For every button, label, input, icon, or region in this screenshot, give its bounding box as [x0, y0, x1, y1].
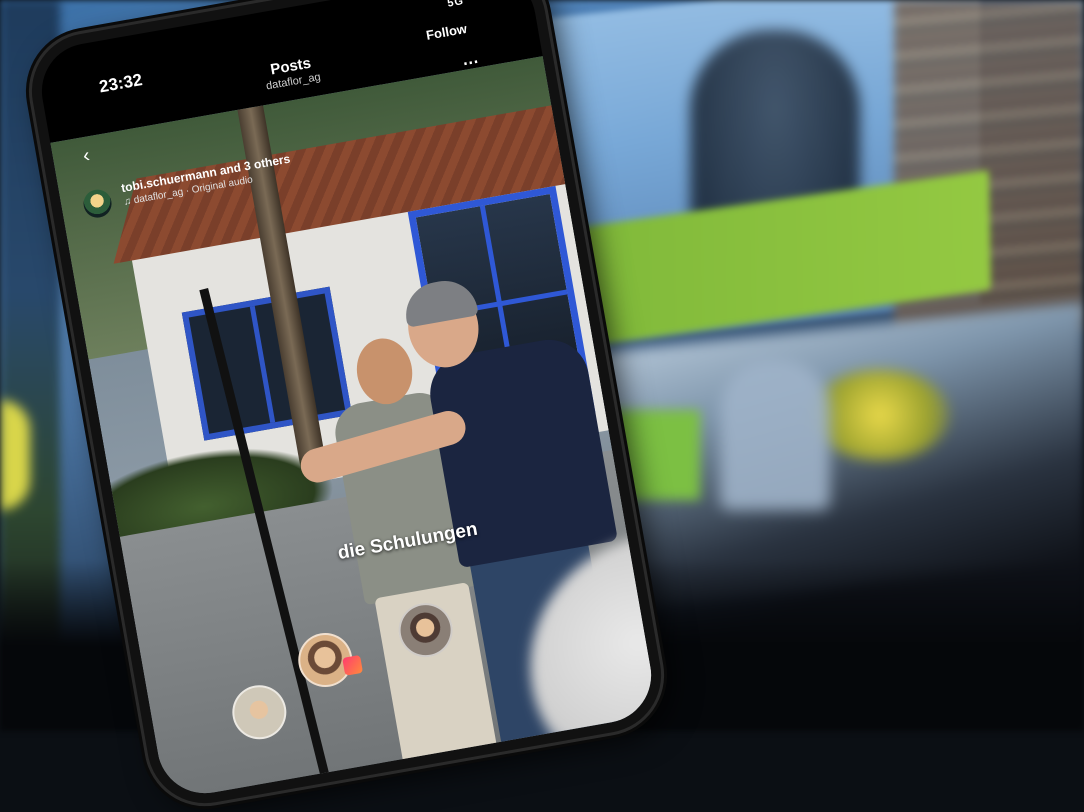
- phone-layer: 23:32 5G Posts dataflor_ag Follow ⋯ ‹ to…: [0, 0, 1084, 812]
- phone-screen: 23:32 5G Posts dataflor_ag Follow ⋯ ‹ to…: [34, 0, 659, 801]
- status-network: 5G: [446, 0, 465, 10]
- music-note-icon: ♫: [122, 195, 133, 208]
- smartphone: 23:32 5G Posts dataflor_ag Follow ⋯ ‹ to…: [22, 0, 671, 812]
- more-icon[interactable]: ⋯: [461, 51, 480, 73]
- heart-icon: [342, 654, 364, 676]
- reel-video[interactable]: [50, 56, 659, 801]
